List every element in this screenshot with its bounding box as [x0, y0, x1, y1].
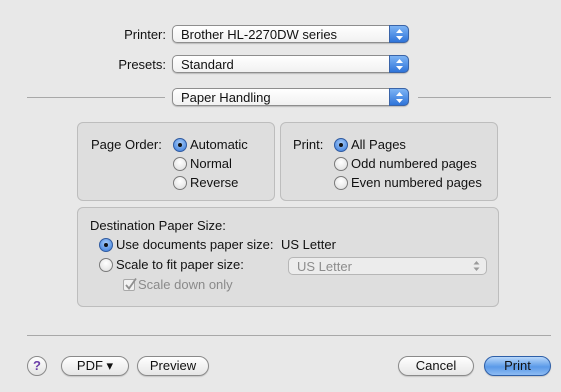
radio-use-documents-size[interactable] [99, 238, 113, 252]
destination-title: Destination Paper Size: [90, 218, 226, 233]
radio-reverse-label[interactable]: Reverse [190, 176, 238, 190]
radio-normal-label[interactable]: Normal [190, 157, 232, 171]
radio-automatic[interactable] [173, 138, 187, 152]
preview-button[interactable]: Preview [137, 356, 209, 376]
bottom-separator [27, 335, 551, 336]
presets-popup-value: Standard [181, 57, 234, 72]
printer-label: Printer: [124, 27, 166, 42]
page-order-label: Page Order: [91, 137, 162, 152]
popup-arrows-icon [389, 25, 409, 43]
popup-arrows-icon [473, 260, 480, 275]
page-order-group: Page Order: Automatic Normal Reverse [77, 122, 275, 201]
document-paper-size-value: US Letter [281, 237, 336, 252]
scale-down-only-label: Scale down only [138, 277, 233, 292]
print-pages-group: Print: All Pages Odd numbered pages Even… [280, 122, 498, 201]
separator-left [27, 97, 165, 98]
popup-arrows-icon [389, 88, 409, 106]
print-pages-label: Print: [293, 137, 324, 152]
presets-label: Presets: [118, 57, 166, 72]
radio-reverse[interactable] [173, 176, 187, 190]
radio-automatic-label[interactable]: Automatic [190, 138, 248, 152]
radio-odd-pages[interactable] [334, 157, 348, 171]
radio-use-documents-size-label[interactable]: Use documents paper size: [116, 238, 274, 252]
printer-popup[interactable]: Brother HL-2270DW series [172, 25, 409, 43]
scale-paper-size-value: US Letter [297, 259, 352, 274]
radio-all-pages[interactable] [334, 138, 348, 152]
presets-popup[interactable]: Standard [172, 55, 409, 73]
checkmark-icon [125, 277, 137, 290]
radio-scale-to-fit-label[interactable]: Scale to fit paper size: [116, 258, 244, 272]
help-button[interactable]: ? [27, 356, 47, 376]
printer-popup-value: Brother HL-2270DW series [181, 27, 338, 42]
scale-paper-size-popup[interactable]: US Letter [288, 257, 487, 275]
destination-group: Destination Paper Size: Use documents pa… [77, 207, 499, 307]
radio-normal[interactable] [173, 157, 187, 171]
pdf-button[interactable]: PDF ▾ [61, 356, 129, 376]
print-button[interactable]: Print [484, 356, 551, 376]
radio-odd-pages-label[interactable]: Odd numbered pages [351, 157, 477, 171]
separator-right [418, 97, 551, 98]
scale-down-only-checkbox[interactable] [123, 277, 137, 291]
cancel-button[interactable]: Cancel [398, 356, 474, 376]
radio-scale-to-fit[interactable] [99, 258, 113, 272]
popup-arrows-icon [389, 55, 409, 73]
radio-all-pages-label[interactable]: All Pages [351, 138, 406, 152]
radio-even-pages[interactable] [334, 176, 348, 190]
radio-even-pages-label[interactable]: Even numbered pages [351, 176, 482, 190]
panel-selector-popup[interactable]: Paper Handling [172, 88, 409, 106]
panel-selector-value: Paper Handling [181, 90, 271, 105]
